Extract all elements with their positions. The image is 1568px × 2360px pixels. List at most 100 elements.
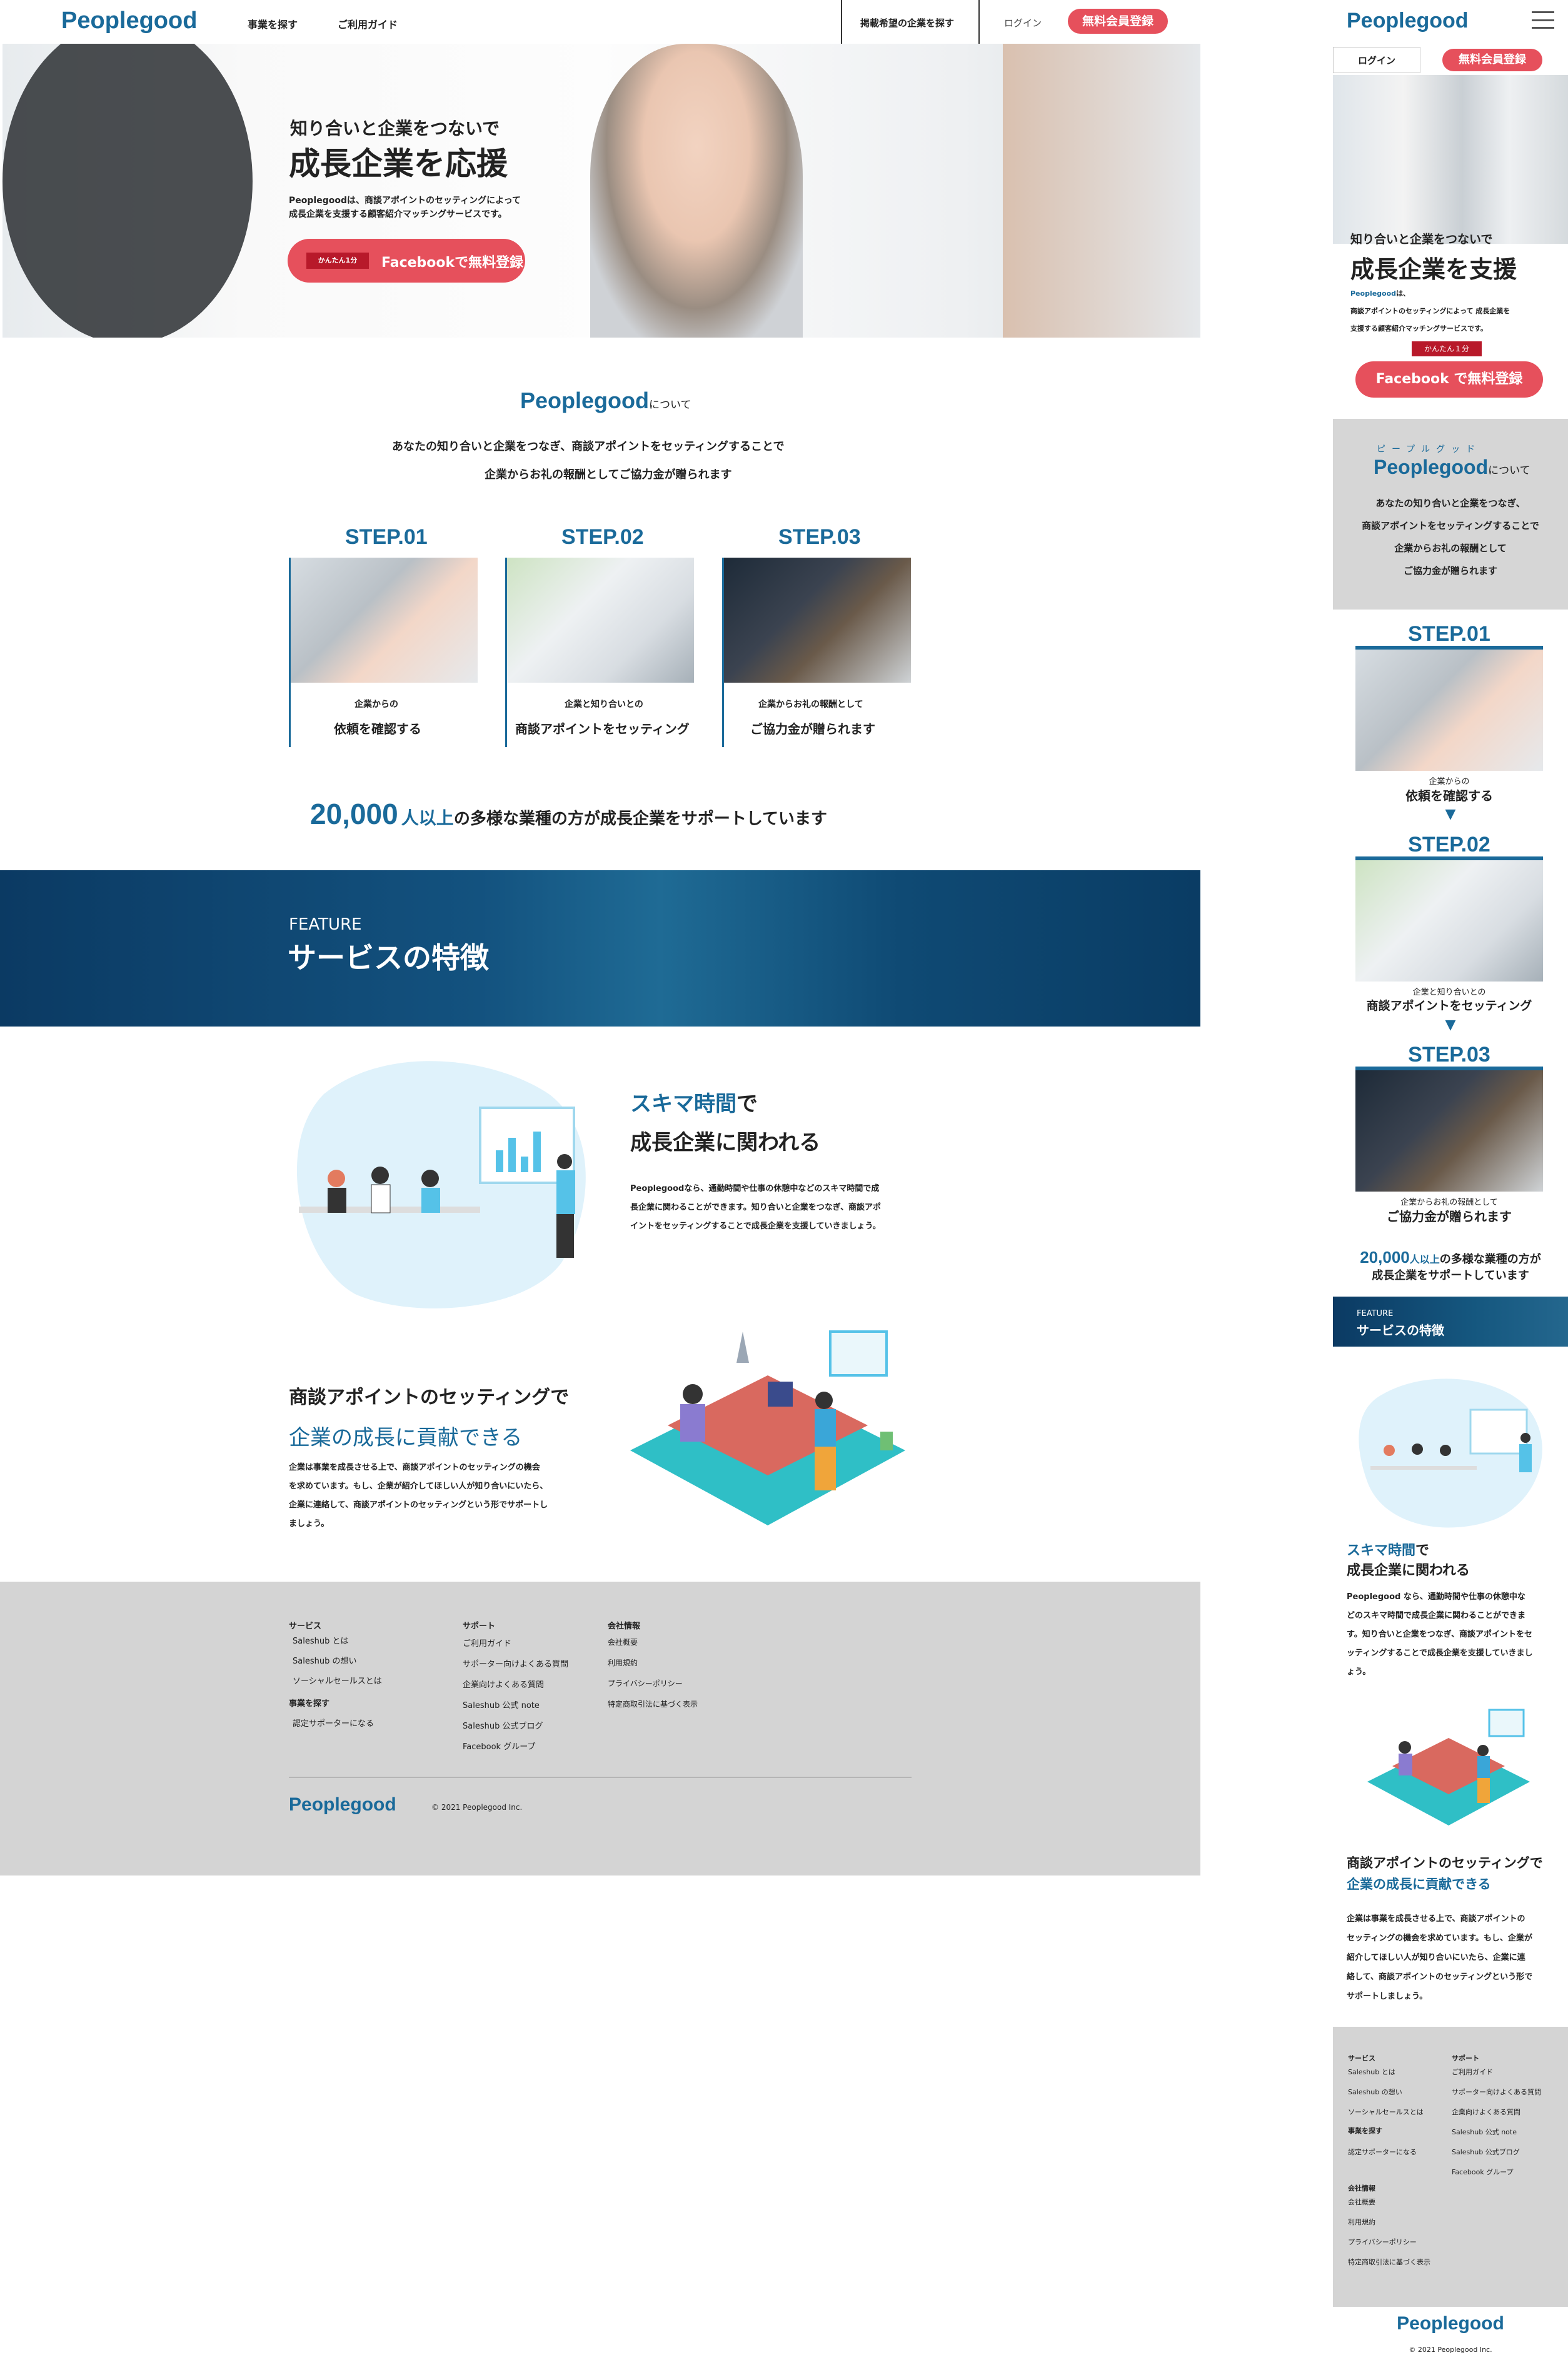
footer-link[interactable]: プライバシーポリシー bbox=[608, 1678, 758, 1699]
hamburger-icon[interactable] bbox=[1532, 11, 1554, 29]
footer-logo[interactable]: Peoplegood bbox=[289, 1794, 396, 1815]
m-footer-link[interactable]: 特定商取引法に基づく表示 bbox=[1348, 2257, 1448, 2277]
hero-desc-2: 成長企業を支援する顧客紹介マッチングサービスです。 bbox=[289, 209, 507, 219]
divider bbox=[978, 0, 980, 44]
step-big: 商談アポイントをセッティング bbox=[515, 721, 690, 736]
stat-number: 20,000 bbox=[310, 798, 398, 830]
m-facebook-signup-button[interactable]: Facebook で無料登録 bbox=[1355, 361, 1543, 398]
footer-link[interactable]: Saleshub 公式 note bbox=[463, 1699, 600, 1719]
m-step: STEP.02 企業と知り合いとの 商談アポイントをセッティング bbox=[1355, 833, 1543, 1020]
m-footer: サービス Saleshub とは Saleshub の想い ソーシャルセールスと… bbox=[1333, 2027, 1568, 2307]
step-small: 企業からお礼の報酬として bbox=[758, 700, 863, 710]
footer-link[interactable]: ご利用ガイド bbox=[463, 1637, 600, 1657]
m-footer-link[interactable]: 企業向けよくある質問 bbox=[1452, 2107, 1564, 2127]
footer-heading: 事業を探す bbox=[289, 1699, 330, 1709]
quick-badge: かんたん1分 bbox=[306, 253, 369, 269]
footer-link[interactable]: 認定サポーターになる bbox=[289, 1717, 445, 1737]
footer-link[interactable]: サポーター向けよくある質問 bbox=[463, 1657, 600, 1678]
m-hero-photo bbox=[1333, 75, 1568, 244]
m-about-box: ピープルグッド Peoplegoodについて あなたの知り合いと企業をつなぎ、 … bbox=[1333, 419, 1568, 610]
m-hero-desc-1: 商談アポイントのセッティングによって 成長企業を bbox=[1350, 307, 1510, 315]
footer-link[interactable]: Saleshub 公式ブログ bbox=[463, 1719, 600, 1740]
footer-link[interactable]: 利用規約 bbox=[608, 1657, 758, 1678]
footer-link[interactable]: Saleshub とは bbox=[289, 1634, 445, 1654]
m-footer-link[interactable]: Saleshub 公式 note bbox=[1452, 2127, 1564, 2147]
m-f1-accent: スキマ時間 bbox=[1347, 1543, 1416, 1559]
footer-link[interactable]: 会社概要 bbox=[608, 1637, 758, 1657]
step-card: STEP.01 企業からの 依頼を確認する bbox=[289, 525, 478, 747]
m-f1-line: ょう。 bbox=[1347, 1667, 1371, 1677]
f1-desc-2: 長企業に関わることができます。知り合いと企業をつなぎ、商談アポ bbox=[630, 1203, 882, 1212]
m-hero-brand: Peoplegood bbox=[1350, 289, 1397, 298]
m-step-big: ご協力金が贈られます bbox=[1387, 1209, 1512, 1224]
m-footer-link[interactable]: ご利用ガイド bbox=[1452, 2067, 1564, 2087]
m-footer-link[interactable]: Saleshub 公式ブログ bbox=[1452, 2147, 1564, 2167]
m-footer-link[interactable]: サポーター向けよくある質問 bbox=[1452, 2087, 1564, 2107]
m-feature-jp: サービスの特徴 bbox=[1357, 1323, 1444, 1338]
m-footer-link[interactable]: Facebook グループ bbox=[1452, 2167, 1564, 2187]
m-login[interactable]: ログイン bbox=[1333, 47, 1420, 73]
login-link[interactable]: ログイン bbox=[1004, 16, 1042, 29]
m-about-line: あなたの知り合いと企業をつなぎ、 bbox=[1375, 498, 1525, 509]
footer-link[interactable]: Saleshub の想い bbox=[289, 1654, 445, 1674]
m-quick-badge: かんたん１分 bbox=[1412, 341, 1482, 356]
m-footer-link[interactable]: 会社概要 bbox=[1348, 2197, 1448, 2217]
m-stat-text-1: の多様な業種の方が bbox=[1439, 1253, 1541, 1266]
step-label: STEP.02 bbox=[561, 525, 644, 549]
footer-link[interactable]: Facebook グループ bbox=[463, 1740, 600, 1760]
m-step-label: STEP.01 bbox=[1408, 622, 1490, 646]
illustration-rocket bbox=[624, 1325, 912, 1538]
footer-divider bbox=[289, 1777, 912, 1778]
m-about-line: 商談アポイントをセッティングすることで bbox=[1362, 520, 1539, 531]
m-footer-logo[interactable]: Peoplegood bbox=[1333, 2313, 1568, 2334]
f1-accent: スキマ時間 bbox=[630, 1092, 736, 1117]
m-step-small: 企業からお礼の報酬として bbox=[1400, 1198, 1498, 1207]
about-line-2: 企業からお礼の報酬としてご協力金が贈られます bbox=[485, 468, 732, 481]
m-about-line: 企業からお礼の報酬として bbox=[1394, 543, 1507, 554]
m-footer-link[interactable]: プライバシーポリシー bbox=[1348, 2237, 1448, 2257]
m-footer-link[interactable]: 認定サポーターになる bbox=[1348, 2147, 1448, 2183]
m-f2-heading-1: 商談アポイントのセッティングで bbox=[1347, 1855, 1543, 1870]
site-logo[interactable]: Peoplegood bbox=[61, 8, 197, 34]
f2-desc-4: ましょう。 bbox=[289, 1519, 329, 1529]
f2-heading-2: 企業の成長に貢献できる bbox=[289, 1425, 523, 1450]
hero-desc-1: Peoplegoodは、商談アポイントのセッティングによって bbox=[289, 196, 521, 206]
footer-link[interactable]: 企業向けよくある質問 bbox=[463, 1678, 600, 1699]
m-step-small: 企業からの bbox=[1429, 777, 1470, 786]
m-step-big: 商談アポイントをセッティング bbox=[1366, 999, 1532, 1013]
m-footer-col-right: サポート ご利用ガイド サポーター向けよくある質問 企業向けよくある質問 Sal… bbox=[1452, 2053, 1564, 2187]
hero-person-right bbox=[1003, 44, 1200, 338]
signup-button[interactable]: 無料会員登録 bbox=[1068, 9, 1168, 34]
m-f1-heading-2: 成長企業に関われる bbox=[1347, 1563, 1470, 1579]
footer-link[interactable]: ソーシャルセールスとは bbox=[289, 1674, 445, 1697]
m-step-label: STEP.03 bbox=[1408, 1043, 1490, 1067]
feature-jp: サービスの特徴 bbox=[288, 941, 489, 975]
footer-heading: 会社情報 bbox=[608, 1622, 641, 1631]
desktop-page: Peoplegood 事業を探す ご利用ガイド 掲載希望の企業を探す ログイン … bbox=[0, 0, 1200, 1875]
stat-line: 20,000 人以上の多様な業種の方が成長企業をサポートしています bbox=[310, 797, 827, 831]
m-step-photo bbox=[1355, 856, 1543, 982]
m-signup-button[interactable]: 無料会員登録 bbox=[1442, 49, 1542, 71]
about-suffix: について bbox=[649, 399, 691, 411]
nav-find-business[interactable]: 事業を探す bbox=[248, 16, 298, 31]
facebook-signup-button[interactable]: かんたん1分 Facebookで無料登録 bbox=[288, 239, 525, 283]
m-logo[interactable]: Peoplegood bbox=[1347, 9, 1469, 33]
footer-col-support: サポート ご利用ガイド サポーター向けよくある質問 企業向けよくある質問 Sal… bbox=[463, 1619, 600, 1760]
m-about-suffix: について bbox=[1488, 464, 1530, 477]
m-stat-text-2: 成長企業をサポートしています bbox=[1372, 1269, 1529, 1282]
m-step-arrow: ▼ bbox=[1445, 806, 1456, 822]
hero-title: 成長企業を応援 bbox=[289, 146, 508, 182]
m-hero-desc-2: 支援する顧客紹介マッチングサービスです。 bbox=[1350, 324, 1487, 333]
m-step-small: 企業と知り合いとの bbox=[1412, 988, 1486, 997]
m-footer-link[interactable]: ソーシャルセールスとは bbox=[1348, 2107, 1448, 2126]
m-footer-link[interactable]: Saleshub とは bbox=[1348, 2067, 1448, 2087]
nav-listing-companies[interactable]: 掲載希望の企業を探す bbox=[860, 16, 954, 29]
m-footer-link[interactable]: Saleshub の想い bbox=[1348, 2087, 1448, 2107]
footer-heading: サポート bbox=[463, 1622, 496, 1631]
feature-banner: FEATURE サービスの特徴 bbox=[0, 870, 1200, 1027]
footer-link[interactable]: 特定商取引法に基づく表示 bbox=[608, 1699, 758, 1719]
m-stat: 20,000人以上の多様な業種の方が bbox=[1333, 1248, 1568, 1267]
m-f2-line: 企業は事業を成長させる上で、商談アポイントの bbox=[1347, 1914, 1525, 1924]
nav-guide[interactable]: ご利用ガイド bbox=[338, 16, 398, 31]
m-footer-link[interactable]: 利用規約 bbox=[1348, 2217, 1448, 2237]
